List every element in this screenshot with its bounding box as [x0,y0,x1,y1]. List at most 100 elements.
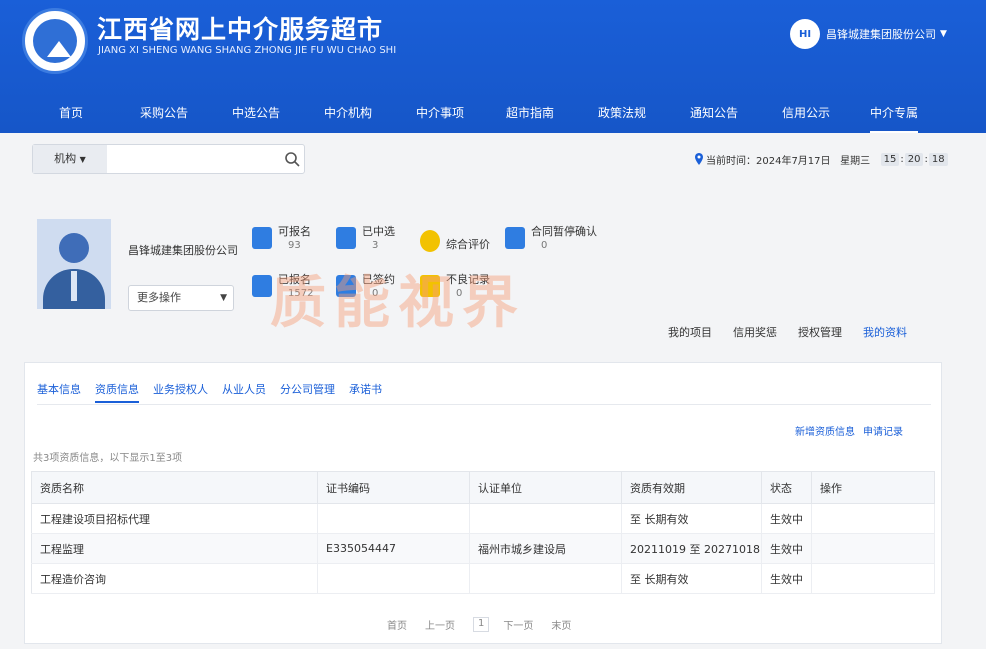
site-logo[interactable] [22,8,88,74]
search-type-select[interactable]: 机构 ▼ [33,145,107,173]
cell-validity: 20211019 至 20271018 [621,533,762,564]
nav-item-matters[interactable]: 中介事项 [416,95,464,133]
company-avatar [37,219,111,309]
clock-second: 18 [928,152,948,166]
profile-links: 我的项目 信用奖惩 授权管理 我的资料 [668,324,928,340]
table-row[interactable]: 工程建设项目招标代理 至 长期有效 生效中 [31,503,935,534]
pager-next[interactable]: 下一页 [503,617,533,632]
nav-item-guide[interactable]: 超市指南 [506,95,554,133]
cell-action [811,503,935,534]
caret-down-icon: ▼ [79,155,86,164]
location-pin-icon [695,153,703,165]
pager-current[interactable]: 1 [473,617,490,632]
nav-item-credit[interactable]: 信用公示 [782,95,830,133]
stat-registered[interactable]: 已报名 1572 [252,273,313,303]
pager-last[interactable]: 末页 [551,617,571,632]
link-my-projects[interactable]: 我的项目 [668,324,712,340]
link-auth-manage[interactable]: 授权管理 [798,324,842,340]
avatar-tie [71,271,77,301]
col-issuer: 认证单位 [469,471,622,504]
table-header-row: 资质名称 证书编码 认证单位 资质有效期 状态 操作 [31,471,935,504]
time-date: 2024年7月17日 [756,155,831,167]
qualification-panel: 基本信息 资质信息 业务授权人 从业人员 分公司管理 承诺书 新增资质信息 申请… [24,362,942,644]
link-my-info[interactable]: 我的资料 [863,324,907,340]
table-row[interactable]: 工程监理 E335054447 福州市城乡建设局 20211019 至 2027… [31,533,935,564]
cell-action [811,563,935,594]
col-cert-code: 证书编码 [317,471,470,504]
tab-basic-info[interactable]: 基本信息 [37,381,81,403]
record-count: 共3项资质信息，以下显示1至3项 [33,453,183,464]
table-row[interactable]: 工程造价咨询 至 长期有效 生效中 [31,563,935,594]
nav-item-award[interactable]: 中选公告 [232,95,280,133]
link-credit[interactable]: 信用奖惩 [733,324,777,340]
col-status: 状态 [761,471,812,504]
site-header: 江西省网上中介服务超市 JIANG XI SHENG WANG SHANG ZH… [0,0,986,133]
stat-can-apply[interactable]: 可报名 93 [252,225,311,255]
tab-branch[interactable]: 分公司管理 [280,381,335,403]
chevron-down-icon: ▼ [220,293,227,303]
nav-item-home[interactable]: 首页 [58,95,84,133]
list-icon [252,227,272,249]
logo-emblem [33,19,77,63]
pager-first[interactable]: 首页 [387,617,407,632]
col-action: 操作 [811,471,935,504]
stat-evaluation[interactable]: 综合评价 [420,228,490,258]
tab-qualification[interactable]: 资质信息 [95,381,139,403]
nav-item-agencies[interactable]: 中介机构 [324,95,372,133]
stat-signed[interactable]: 已签约 0 [336,273,395,303]
cell-issuer [469,563,622,594]
search-bar: 机构 ▼ [32,144,305,174]
tab-authorized[interactable]: 业务授权人 [153,381,208,403]
clock-hour: 15 [880,152,900,166]
add-qualification-link[interactable]: 新增资质信息 [795,423,855,438]
caret-down-icon: ▼ [940,29,947,39]
apply-record-link[interactable]: 申请记录 [863,423,903,438]
site-title: 江西省网上中介服务超市 [97,15,384,44]
qualification-table: 资质名称 证书编码 认证单位 资质有效期 状态 操作 工程建设项目招标代理 至 … [31,471,935,594]
cell-status: 生效中 [761,533,812,564]
cell-issuer: 福州市城乡建设局 [469,533,622,564]
search-input[interactable] [111,148,281,170]
nav-item-exclusive[interactable]: 中介专属 [870,95,918,133]
cell-cert-code [317,563,470,594]
nav-item-procurement[interactable]: 采购公告 [140,95,188,133]
cell-validity: 至 长期有效 [621,503,762,534]
cell-status: 生效中 [761,503,812,534]
clock-minute: 20 [904,152,924,166]
check-icon [336,227,356,249]
info-tabs: 基本信息 资质信息 业务授权人 从业人员 分公司管理 承诺书 [37,381,396,403]
current-time: 当前时间： 2024年7月17日 星期三 15: 20: 18 [695,150,949,168]
contract-icon [505,227,525,249]
record-icon [420,275,440,297]
sign-icon [336,275,356,297]
more-actions-select[interactable]: 更多操作 ▼ [128,285,234,311]
avatar-head [59,233,89,263]
logo-mountain-icon [47,41,71,57]
search-icon[interactable] [284,151,300,167]
stat-contract-pause[interactable]: 合同暂停确认 0 [505,225,597,255]
signup-icon [252,275,272,297]
stat-bad-record[interactable]: 不良记录 0 [420,273,490,303]
site-subtitle: JIANG XI SHENG WANG SHANG ZHONG JIE FU W… [98,45,397,56]
stat-selected[interactable]: 已中选 3 [336,225,395,255]
cell-name: 工程造价咨询 [31,563,318,594]
cell-cert-code [317,503,470,534]
cell-issuer [469,503,622,534]
user-menu[interactable]: HI 昌锋城建集团股份公司 ▼ [790,18,947,50]
tab-staff[interactable]: 从业人员 [222,381,266,403]
pager-prev[interactable]: 上一页 [425,617,455,632]
time-weekday: 星期三 [840,155,871,167]
time-label: 当前时间： [706,155,756,167]
star-icon [420,230,440,252]
col-name: 资质名称 [31,471,318,504]
user-avatar: HI [790,19,820,49]
col-validity: 资质有效期 [621,471,762,504]
nav-item-notice[interactable]: 通知公告 [690,95,738,133]
nav-item-policy[interactable]: 政策法规 [598,95,646,133]
company-name: 昌锋城建集团股份公司 [128,244,238,257]
cell-name: 工程监理 [31,533,318,564]
cell-name: 工程建设项目招标代理 [31,503,318,534]
cell-status: 生效中 [761,563,812,594]
tab-commitment[interactable]: 承诺书 [349,381,382,403]
cell-action [811,533,935,564]
